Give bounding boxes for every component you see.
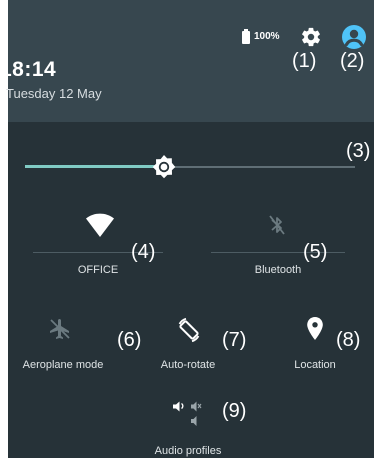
gear-icon[interactable] — [300, 26, 322, 48]
wifi-icon — [86, 213, 114, 237]
user-avatar-icon[interactable] — [341, 24, 367, 50]
airplane-off-icon — [50, 319, 70, 339]
location-label: Location — [294, 359, 336, 371]
wifi-label: OFFICE — [77, 264, 119, 276]
callout-8: (8) — [336, 329, 361, 351]
status-header: 100% (1) (2) 18:14 Tuesday 12 May — [0, 0, 374, 122]
battery-icon — [242, 31, 250, 44]
auto-rotate-label: Auto-rotate — [160, 359, 216, 371]
callout-2: (2) — [340, 50, 365, 72]
callout-3: (3) — [346, 140, 371, 162]
clock-time: 18:14 — [0, 58, 57, 81]
callout-9: (9) — [222, 400, 247, 422]
brightness-fill — [25, 165, 164, 168]
quick-settings-panel: 100% (1) (2) 18:14 Tuesday 12 May (3) OF… — [0, 0, 374, 458]
audio-profiles-icon — [173, 401, 202, 426]
aeroplane-mode-label: Aeroplane mode — [22, 359, 104, 371]
battery-percent: 100% — [254, 31, 280, 42]
callout-1: (1) — [292, 50, 317, 72]
callout-5: (5) — [303, 241, 328, 263]
bluetooth-off-icon — [269, 215, 285, 235]
brightness-sun-icon[interactable] — [151, 154, 177, 180]
callout-7: (7) — [222, 329, 247, 351]
bluetooth-label: Bluetooth — [254, 264, 302, 276]
battery-cap — [244, 29, 248, 31]
date-text: Tuesday 12 May — [6, 86, 102, 101]
location-pin-icon — [307, 317, 323, 340]
callout-4: (4) — [131, 241, 156, 263]
auto-rotate-icon — [178, 317, 200, 343]
audio-profiles-label: Audio profiles — [154, 445, 222, 457]
